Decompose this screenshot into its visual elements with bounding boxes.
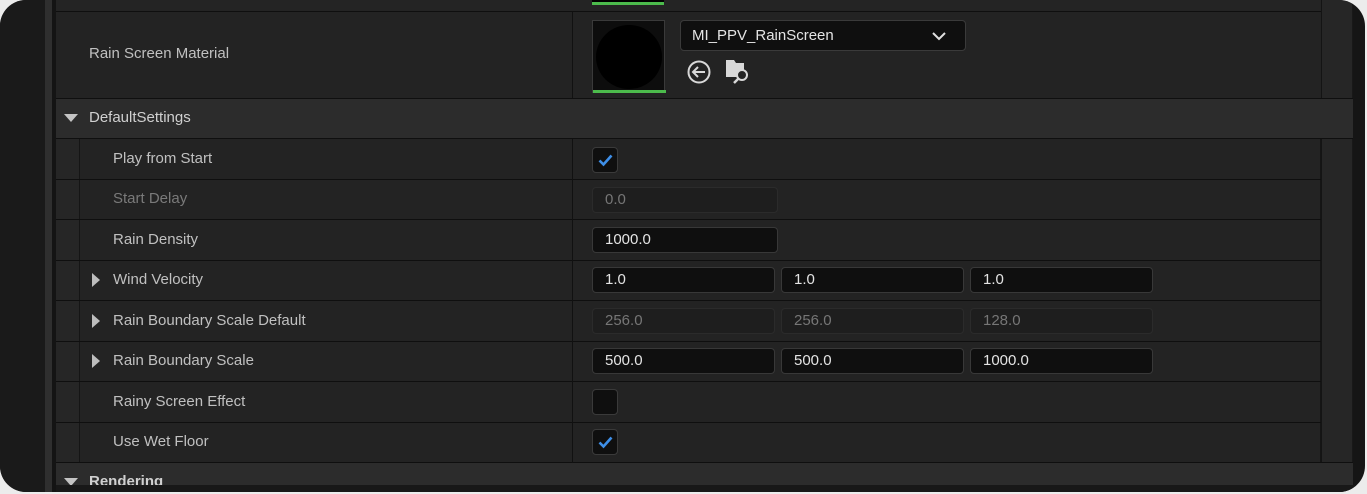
start-delay-field[interactable]: 0.0 <box>592 187 778 213</box>
details-panel: Rain Screen Material MI_PPV_RainScreen D… <box>0 0 1365 492</box>
rain-density-field[interactable]: 1000.0 <box>592 227 778 253</box>
rain-boundary-scale-z-field[interactable]: 1000.0 <box>970 348 1153 374</box>
right-column-strip <box>1322 0 1352 492</box>
panel-gutter <box>0 0 45 492</box>
rain-density-label: Rain Density <box>113 231 199 248</box>
rain-boundary-scale-default-x-field[interactable]: 256.0 <box>592 308 775 334</box>
expand-arrow-icon[interactable] <box>91 354 101 368</box>
panel-scroll-track <box>45 0 52 492</box>
browse-to-asset-icon[interactable] <box>724 57 752 85</box>
use-wet-floor-checkbox[interactable] <box>592 429 618 455</box>
property-row-use-wet-floor <box>80 423 1320 463</box>
chevron-down-icon <box>932 32 946 41</box>
wind-velocity-x-field[interactable]: 1.0 <box>592 267 775 293</box>
expand-arrow-icon[interactable] <box>91 273 101 287</box>
previous-property-row <box>56 0 1321 11</box>
rainy-screen-effect-label: Rainy Screen Effect <box>113 393 246 410</box>
play-from-start-checkbox[interactable] <box>592 147 618 173</box>
rain-boundary-scale-default-label: Rain Boundary Scale Default <box>113 312 306 329</box>
category-defaultsettings-header[interactable] <box>56 99 1353 138</box>
material-preview-sphere <box>596 25 662 89</box>
rain-boundary-scale-label: Rain Boundary Scale <box>113 352 254 369</box>
rain-boundary-scale-x-field[interactable]: 500.0 <box>592 348 775 374</box>
rain-screen-material-label: Rain Screen Material <box>89 45 230 62</box>
asset-type-underline <box>593 90 666 93</box>
wind-velocity-y-field[interactable]: 1.0 <box>781 267 964 293</box>
material-asset-picker[interactable]: MI_PPV_RainScreen <box>680 20 966 51</box>
collapse-arrow-icon[interactable] <box>63 113 79 123</box>
property-row-rainy-screen-effect <box>80 382 1320 422</box>
panel-bottom-bar <box>56 485 1365 492</box>
rain-boundary-scale-default-z-field[interactable]: 128.0 <box>970 308 1153 334</box>
use-wet-floor-label: Use Wet Floor <box>113 433 209 450</box>
rainy-screen-effect-checkbox[interactable] <box>592 389 618 415</box>
start-delay-label: Start Delay <box>113 190 188 207</box>
rain-boundary-scale-default-y-field[interactable]: 256.0 <box>781 308 964 334</box>
rain-boundary-scale-y-field[interactable]: 500.0 <box>781 348 964 374</box>
previous-asset-thumbnail[interactable] <box>592 0 664 5</box>
property-row-play-from-start <box>80 139 1320 179</box>
wind-velocity-z-field[interactable]: 1.0 <box>970 267 1153 293</box>
material-thumbnail[interactable] <box>592 20 666 93</box>
wind-velocity-label: Wind Velocity <box>113 271 204 288</box>
expand-arrow-icon[interactable] <box>91 314 101 328</box>
category-defaultsettings-title: DefaultSettings <box>89 109 191 126</box>
play-from-start-label: Play from Start <box>113 150 213 167</box>
use-selected-asset-icon[interactable] <box>686 59 712 85</box>
material-asset-name: MI_PPV_RainScreen <box>692 27 834 44</box>
category-indent <box>56 139 79 463</box>
checkmark-icon <box>598 436 613 449</box>
checkmark-icon <box>598 154 613 167</box>
